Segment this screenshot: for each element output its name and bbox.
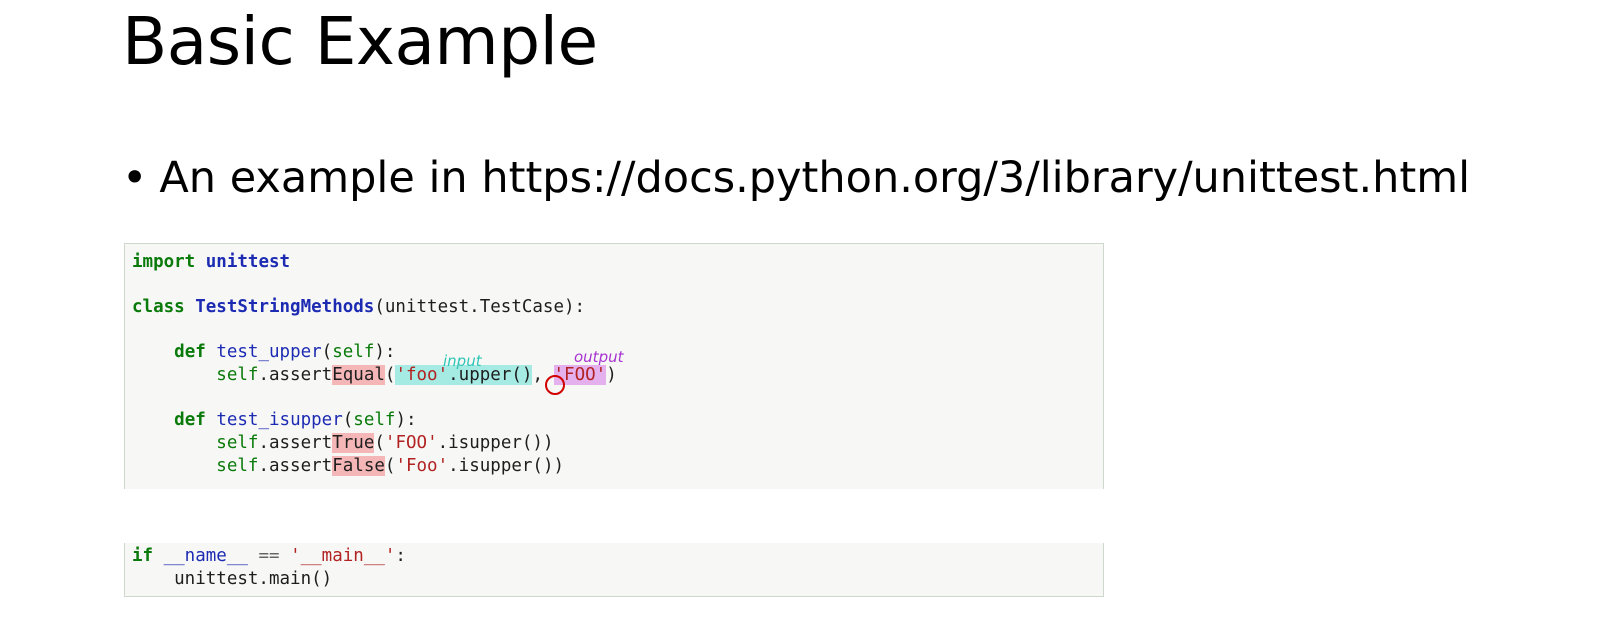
code-text: ) xyxy=(606,365,617,385)
code-keyword: def xyxy=(174,342,206,362)
assert-highlight: True xyxy=(332,433,375,453)
output-annotation: output xyxy=(574,348,624,366)
assert-highlight: False xyxy=(332,456,385,476)
code-text: ( xyxy=(384,456,396,476)
slide-title: Basic Example xyxy=(122,3,598,80)
code-string: 'foo' xyxy=(395,365,449,385)
code-string: '__main__' xyxy=(290,546,396,566)
code-self: self xyxy=(332,342,375,362)
code-keyword: import xyxy=(132,252,196,272)
bullet-marker: • xyxy=(122,153,148,203)
code-text: ): xyxy=(395,410,417,430)
code-line: unittest.main() xyxy=(132,568,1103,591)
input-annotation: input xyxy=(443,352,482,370)
code-dunder-name: __name__ xyxy=(153,546,248,566)
assert-highlight: Equal xyxy=(332,365,385,385)
bullet-item: • An example in https://docs.python.org/3… xyxy=(122,150,1470,206)
code-text: unittest.main() xyxy=(132,569,333,589)
code-text: ( xyxy=(374,433,385,453)
code-function-name: test_upper xyxy=(216,342,322,362)
code-text: .assert xyxy=(258,456,333,476)
code-line: import unittest xyxy=(132,251,1103,274)
code-text: .assert xyxy=(258,433,333,453)
code-text: .assert xyxy=(258,365,333,385)
code-keyword: if xyxy=(132,546,154,566)
code-keyword: def xyxy=(174,410,206,430)
code-text: ): xyxy=(374,342,396,362)
code-string: 'FOO' xyxy=(384,433,438,453)
code-text: .isupper()) xyxy=(437,433,554,453)
code-keyword: class xyxy=(132,297,185,317)
code-self: self xyxy=(353,410,396,430)
code-text: .isupper()) xyxy=(448,456,565,476)
code-module: unittest xyxy=(205,252,291,272)
code-string: 'Foo' xyxy=(395,456,449,476)
code-text: ( xyxy=(384,365,396,385)
code-text: (unittest.TestCase): xyxy=(374,297,586,317)
code-self: self xyxy=(216,433,259,453)
code-line: class TestStringMethods(unittest.TestCas… xyxy=(132,296,1103,319)
code-class-name: TestStringMethods xyxy=(195,297,375,317)
code-line: self.assertFalse('Foo'.isupper()) xyxy=(132,455,1103,478)
code-line: self.assertTrue('FOO'.isupper()) xyxy=(132,432,1103,455)
code-block-main-guard: if __name__ == '__main__': unittest.main… xyxy=(124,543,1104,597)
code-text: ( xyxy=(342,410,354,430)
circle-mark-icon xyxy=(545,375,565,395)
code-self: self xyxy=(216,365,259,385)
code-text: ( xyxy=(321,342,333,362)
code-text: : xyxy=(395,546,406,566)
bullet-text: An example in https://docs.python.org/3/… xyxy=(159,153,1471,203)
code-operator: == xyxy=(247,546,291,566)
code-self: self xyxy=(216,456,259,476)
code-line: self.assertEqual('foo'.upper(), 'FOO') xyxy=(132,364,1103,387)
code-line: if __name__ == '__main__': xyxy=(132,545,1103,568)
code-line: def test_isupper(self): xyxy=(132,409,1103,432)
code-function-name: test_isupper xyxy=(216,410,343,430)
code-block-main: import unittest class TestStringMethods(u… xyxy=(124,243,1104,489)
